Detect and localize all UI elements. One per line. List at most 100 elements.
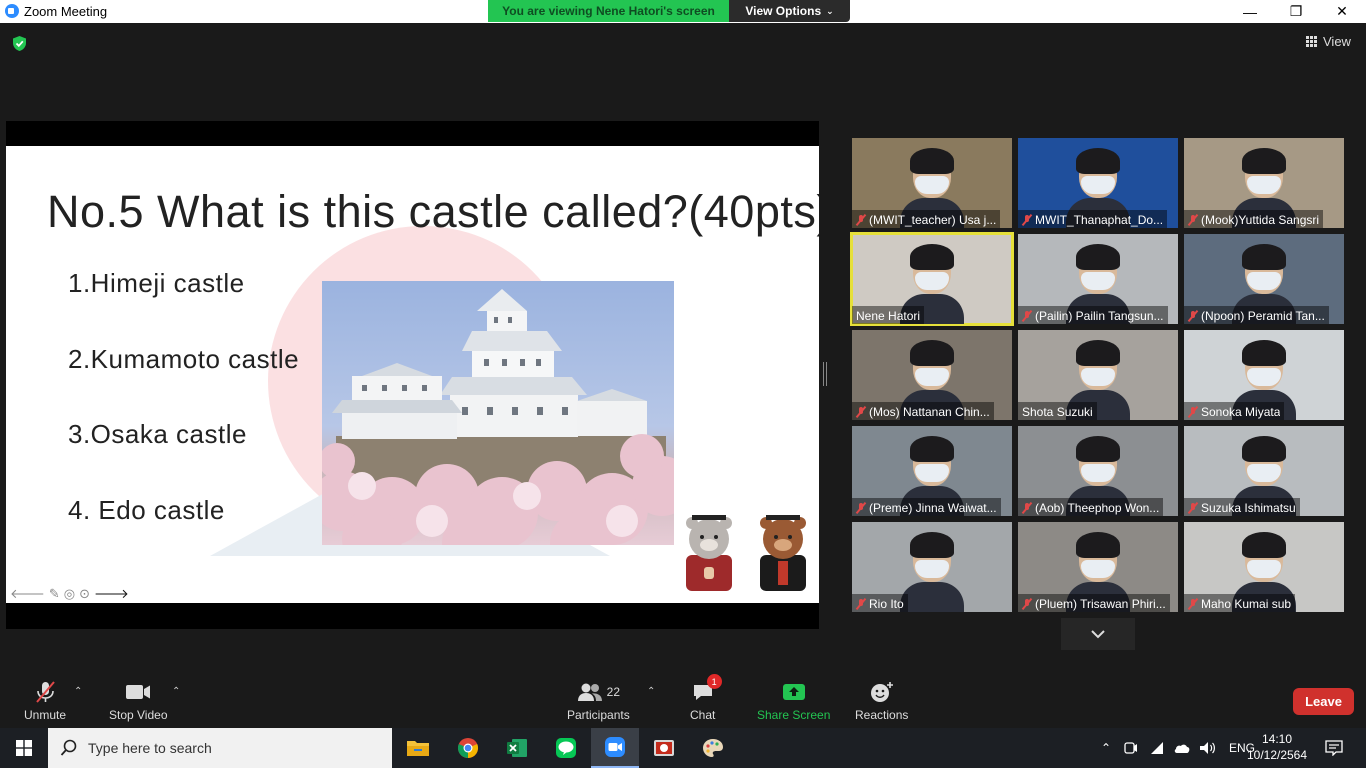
participant-tile[interactable]: MWIT_Thanaphat_Do... — [1018, 138, 1178, 228]
video-options-caret[interactable]: ⌃ — [172, 686, 180, 697]
audio-options-caret[interactable]: ⌃ — [74, 686, 82, 697]
participant-tile[interactable]: (Npoon) Peramid Tan... — [1184, 234, 1344, 324]
participant-name: (MWIT_teacher) Usa j... — [869, 213, 997, 227]
taskbar-chrome[interactable] — [444, 728, 492, 768]
taskbar-file-explorer[interactable] — [394, 728, 442, 768]
taskbar-search-box[interactable]: Type here to search — [48, 728, 392, 768]
meet-now-icon[interactable] — [1123, 740, 1139, 756]
participant-name-label: (Mos) Nattanan Chin... — [852, 402, 994, 420]
pen-icon[interactable]: ✎ — [49, 586, 60, 602]
chat-button[interactable]: 1 Chat — [690, 674, 722, 722]
video-camera-icon — [126, 685, 151, 699]
wifi-icon[interactable] — [1149, 740, 1165, 756]
minimize-button[interactable]: — — [1227, 0, 1273, 23]
unmute-button[interactable]: Unmute — [24, 680, 66, 722]
paint-palette-icon — [703, 739, 723, 757]
chevron-down-icon — [1091, 629, 1105, 638]
taskbar-paint[interactable] — [689, 728, 737, 768]
gallery-scroll-down-button[interactable] — [1061, 618, 1135, 650]
participant-tile[interactable]: (Pluem) Trisawan Phiri... — [1018, 522, 1178, 612]
speaker-volume-icon[interactable] — [1199, 740, 1217, 756]
reactions-button[interactable]: Reactions — [855, 680, 908, 722]
microphone-muted-icon — [1188, 406, 1198, 418]
participant-name: (Aob) Theephop Won... — [1035, 501, 1160, 515]
reactions-label: Reactions — [855, 708, 909, 722]
participant-tile[interactable]: Nene Hatori — [850, 232, 1014, 326]
chat-unread-badge: 1 — [706, 674, 722, 689]
microphone-muted-icon — [856, 502, 866, 514]
maximize-button[interactable]: ❐ — [1273, 0, 1319, 23]
taskbar-excel[interactable] — [493, 728, 541, 768]
onedrive-cloud-icon[interactable] — [1173, 741, 1191, 755]
participant-name-label: (Mook)Yuttida Sangsri — [1184, 210, 1324, 228]
slide-title: No.5 What is this castle called?(40pts) — [47, 186, 819, 237]
option-1: 1.Himeji castle — [68, 268, 245, 298]
microphone-muted-icon — [856, 598, 866, 610]
close-button[interactable]: ✕ — [1319, 0, 1365, 23]
participants-options-caret[interactable]: ⌃ — [647, 686, 655, 697]
slides-icon[interactable]: ◎ — [64, 586, 75, 602]
participant-tile[interactable]: (Mos) Nattanan Chin... — [852, 330, 1012, 420]
participant-tile[interactable]: (MWIT_teacher) Usa j... — [852, 138, 1012, 228]
microphone-muted-icon — [1188, 214, 1198, 226]
taskbar-line[interactable] — [542, 728, 590, 768]
stop-video-label: Stop Video — [109, 708, 168, 722]
participant-tile[interactable]: (Preme) Jinna Waiwat... — [852, 426, 1012, 516]
clock-time: 14:10 — [1261, 732, 1293, 746]
participant-name-label: (Pluem) Trisawan Phiri... — [1018, 594, 1170, 612]
panel-resize-handle[interactable] — [823, 362, 827, 386]
view-options-button[interactable]: View Options ⌄ — [729, 0, 850, 22]
share-screen-label: Share Screen — [757, 708, 831, 722]
participant-name: (Mook)Yuttida Sangsri — [1201, 213, 1320, 227]
microphone-muted-icon — [856, 214, 866, 226]
taskbar-snipping-tool[interactable] — [640, 728, 688, 768]
grid-view-icon — [1306, 36, 1317, 47]
participant-name: MWIT_Thanaphat_Do... — [1035, 213, 1164, 227]
participant-tile[interactable]: (Mook)Yuttida Sangsri — [1184, 138, 1344, 228]
prev-slide-icon[interactable]: 🡐 — [10, 586, 45, 602]
participant-tile[interactable]: Shota Suzuki — [1018, 330, 1178, 420]
chevron-up-icon[interactable]: ⌃ — [1097, 741, 1115, 755]
presentation-slide: No.5 What is this castle called?(40pts) … — [6, 146, 819, 603]
microphone-muted-icon — [856, 406, 866, 418]
participant-tile[interactable]: (Aob) Theephop Won... — [1018, 426, 1178, 516]
participant-tile[interactable]: Sonoka Miyata — [1184, 330, 1344, 420]
participant-name: Shota Suzuki — [1022, 405, 1093, 419]
windows-start-button[interactable] — [0, 728, 48, 768]
participant-name-label: Rio Ito — [852, 594, 908, 612]
folder-icon — [407, 741, 429, 756]
participant-name-label: Suzuka Ishimatsu — [1184, 498, 1300, 516]
participants-button[interactable]: 22 Participants — [567, 680, 630, 722]
taskbar-zoom[interactable] — [591, 728, 639, 768]
participant-name-label: Nene Hatori — [852, 306, 925, 324]
stop-video-button[interactable]: Stop Video — [109, 680, 168, 722]
chrome-icon — [457, 738, 479, 759]
leave-button[interactable]: Leave — [1293, 688, 1354, 715]
share-screen-icon — [782, 684, 805, 700]
participant-name: Suzuka Ishimatsu — [1201, 501, 1296, 515]
share-screen-button[interactable]: Share Screen — [757, 680, 830, 722]
participants-icon — [577, 683, 602, 701]
participant-tile[interactable]: (Pailin) Pailin Tangsun... — [1018, 234, 1178, 324]
participant-video — [900, 532, 964, 612]
participant-name: Nene Hatori — [856, 309, 921, 323]
microphone-muted-icon — [1188, 310, 1198, 322]
clock-date: 10/12/2564 — [1246, 748, 1308, 762]
camera-app-icon — [654, 740, 674, 756]
taskbar-clock[interactable]: 14:10 10/12/2564 — [1244, 731, 1310, 763]
participant-name-label: (Aob) Theephop Won... — [1018, 498, 1164, 516]
participant-name: Sonoka Miyata — [1201, 405, 1281, 419]
participant-tile[interactable]: Rio Ito — [852, 522, 1012, 612]
microphone-muted-icon — [36, 681, 55, 703]
next-slide-icon[interactable]: 🡒 — [94, 586, 129, 602]
more-icon[interactable]: ⊙ — [79, 586, 90, 602]
notifications-icon[interactable] — [1325, 740, 1343, 756]
microphone-muted-icon — [1022, 214, 1032, 226]
participant-tile[interactable]: Suzuka Ishimatsu — [1184, 426, 1344, 516]
viewing-suffix: screen — [676, 4, 715, 18]
viewing-banner: You are viewing Nene Hatori's screen Vie… — [488, 0, 850, 22]
participant-tile[interactable]: Maho Kumai sub — [1184, 522, 1344, 612]
viewing-prefix: You are viewing — [502, 4, 593, 18]
view-layout-button[interactable]: View — [1306, 34, 1351, 49]
security-shield-icon[interactable] — [11, 35, 28, 52]
